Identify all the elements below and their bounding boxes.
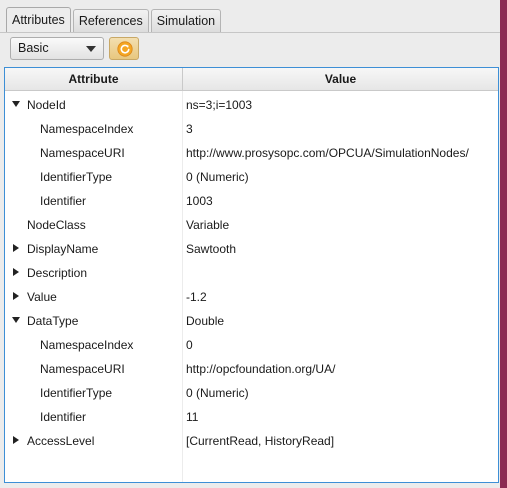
tab-references[interactable]: References: [72, 9, 149, 33]
table-row[interactable]: Identifier 1003: [5, 189, 498, 213]
column-header-value[interactable]: Value: [183, 68, 498, 90]
attribute-name: IdentifierType: [40, 386, 113, 400]
table-row[interactable]: NamespaceIndex 3: [5, 117, 498, 141]
attribute-value: Sawtooth: [186, 242, 237, 256]
table-row[interactable]: IdentifierType 0 (Numeric): [5, 165, 498, 189]
attribute-value: Variable: [186, 218, 230, 232]
attribute-value: [CurrentRead, HistoryRead]: [186, 434, 335, 448]
tab-bar: Attributes References Simulation: [6, 7, 223, 33]
attribute-value: ns=3;i=1003: [186, 98, 253, 112]
table-row[interactable]: AccessLevel [CurrentRead, HistoryRead]: [5, 429, 498, 453]
table-row[interactable]: NamespaceIndex 0: [5, 333, 498, 357]
attribute-name: NamespaceIndex: [40, 338, 134, 352]
table-row[interactable]: NodeId ns=3;i=1003: [5, 93, 498, 117]
collapsed-arrow-icon[interactable]: [13, 244, 19, 252]
attribute-name: NamespaceURI: [40, 146, 125, 160]
attribute-value: Double: [186, 314, 225, 328]
attribute-value: -1.2: [186, 290, 207, 304]
refresh-icon: [117, 41, 133, 57]
attribute-cell: Identifier: [5, 189, 183, 213]
attribute-name: AccessLevel: [27, 434, 95, 448]
table-row[interactable]: NodeClass Variable: [5, 213, 498, 237]
attribute-cell: AccessLevel: [5, 429, 183, 453]
expanded-arrow-icon[interactable]: [12, 317, 20, 323]
attribute-cell: NodeClass: [5, 213, 183, 237]
attribute-value: 0: [186, 338, 193, 352]
view-mode-value: Basic: [18, 41, 49, 55]
attribute-cell: Description: [5, 261, 183, 285]
attribute-name: DisplayName: [27, 242, 99, 256]
attribute-cell: Identifier: [5, 405, 183, 429]
attribute-name: Identifier: [40, 194, 87, 208]
expanded-arrow-icon[interactable]: [12, 101, 20, 107]
window-edge: [500, 0, 507, 488]
attribute-cell: IdentifierType: [5, 381, 183, 405]
attribute-value: [186, 261, 498, 285]
tab-divider: [0, 32, 500, 33]
attribute-name: IdentifierType: [40, 170, 113, 184]
table-row[interactable]: NamespaceURI http://www.prosysopc.com/OPC…: [5, 141, 498, 165]
attribute-cell: DisplayName: [5, 237, 183, 261]
attribute-cell: IdentifierType: [5, 165, 183, 189]
table-row[interactable]: IdentifierType 0 (Numeric): [5, 381, 498, 405]
collapsed-arrow-icon[interactable]: [13, 268, 19, 276]
attribute-name: DataType: [27, 314, 79, 328]
table-row[interactable]: DataType Double: [5, 309, 498, 333]
attribute-name: NodeClass: [27, 218, 86, 232]
column-header-attribute[interactable]: Attribute: [5, 68, 183, 90]
table-header: Attribute Value: [5, 68, 498, 91]
tab-simulation[interactable]: Simulation: [150, 9, 222, 33]
attribute-cell: NamespaceURI: [5, 357, 183, 381]
attribute-cell: NodeId: [5, 93, 183, 117]
attribute-value: 1003: [186, 194, 213, 208]
attribute-name: Identifier: [40, 410, 87, 424]
table-row[interactable]: DisplayName Sawtooth: [5, 237, 498, 261]
attribute-value: 0 (Numeric): [186, 386, 249, 400]
table-row[interactable]: Identifier 11: [5, 405, 498, 429]
attribute-name: Description: [27, 266, 88, 280]
attribute-name: NamespaceIndex: [40, 122, 134, 136]
collapsed-arrow-icon[interactable]: [13, 436, 19, 444]
attribute-cell: NamespaceURI: [5, 141, 183, 165]
attribute-value: 11: [186, 410, 199, 424]
attribute-value: 0 (Numeric): [186, 170, 249, 184]
attribute-name: NodeId: [27, 98, 66, 112]
chevron-down-icon: [86, 46, 96, 52]
attribute-name: NamespaceURI: [40, 362, 125, 376]
attribute-value: 3: [186, 122, 193, 136]
attribute-cell: Value: [5, 285, 183, 309]
collapsed-arrow-icon[interactable]: [13, 292, 19, 300]
attribute-cell: DataType: [5, 309, 183, 333]
attribute-name: Value: [27, 290, 57, 304]
attribute-cell: NamespaceIndex: [5, 333, 183, 357]
refresh-button[interactable]: [109, 37, 139, 60]
view-mode-select[interactable]: Basic: [10, 37, 104, 60]
attribute-value: http://opcfoundation.org/UA/: [186, 362, 336, 376]
tab-attributes[interactable]: Attributes: [6, 7, 71, 33]
table-row[interactable]: Description: [5, 261, 498, 285]
table-row[interactable]: Value -1.2: [5, 285, 498, 309]
attribute-value: http://www.prosysopc.com/OPCUA/Simulatio…: [186, 146, 469, 160]
attributes-table: Attribute Value NodeId ns=3;i=1003 Namespa…: [4, 67, 499, 483]
table-row[interactable]: NamespaceURI http://opcfoundation.org/UA/: [5, 357, 498, 381]
attribute-cell: NamespaceIndex: [5, 117, 183, 141]
